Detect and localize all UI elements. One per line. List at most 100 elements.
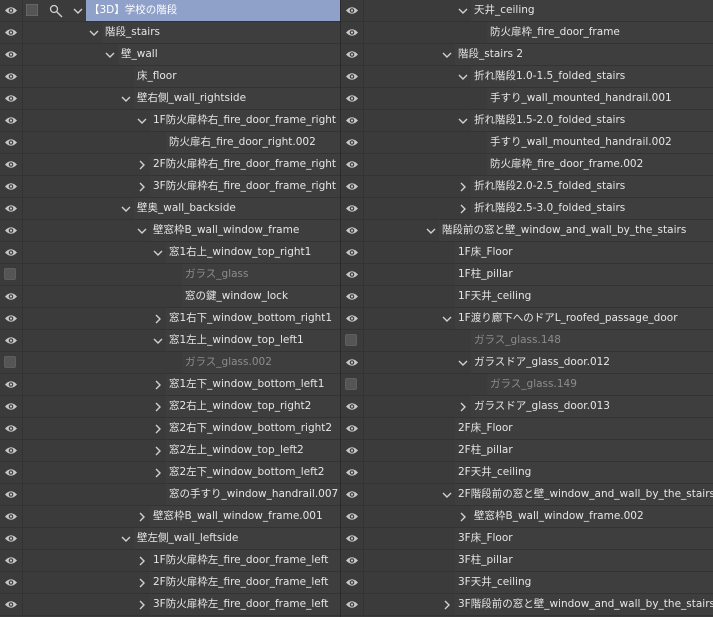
layer-name[interactable]: 3F柱_pillar	[455, 550, 713, 571]
layer-row[interactable]: 窓2右上_window_top_right2	[0, 396, 340, 418]
eye-icon[interactable]	[4, 555, 18, 566]
layer-name[interactable]: 階段_stairs 2	[455, 44, 713, 65]
layer-name[interactable]: ガラスドア_glass_door.012	[471, 352, 713, 373]
layer-name[interactable]: ガラス_glass.002	[182, 352, 340, 373]
layer-name[interactable]: 窓1左下_window_bottom_left1	[166, 374, 340, 395]
layer-row[interactable]: 1F床_Floor	[341, 242, 713, 264]
layer-name[interactable]: 階段前の窓と壁_window_and_wall_by_the_stairs	[439, 220, 713, 241]
layer-name[interactable]: 窓1右上_window_top_right1	[166, 242, 340, 263]
chevron-right-icon[interactable]	[136, 599, 148, 611]
layer-row[interactable]: 窓2左上_window_top_left2	[0, 440, 340, 462]
chevron-right-icon[interactable]	[136, 555, 148, 567]
eye-icon[interactable]	[4, 467, 18, 478]
layer-row[interactable]: 壁窓枠B_wall_window_frame	[0, 220, 340, 242]
chevron-right-icon[interactable]	[457, 511, 469, 523]
layer-row[interactable]: 手すり_wall_mounted_handrail.001	[341, 88, 713, 110]
chevron-right-icon[interactable]	[152, 401, 164, 413]
eye-icon[interactable]	[4, 115, 18, 126]
chevron-down-icon[interactable]	[441, 49, 453, 61]
eye-icon[interactable]	[4, 93, 18, 104]
eye-icon[interactable]	[345, 49, 359, 60]
layer-row[interactable]: 1F天井_ceiling	[341, 286, 713, 308]
layer-row[interactable]: 窓1左上_window_top_left1	[0, 330, 340, 352]
layer-name[interactable]: ガラス_glass.149	[487, 374, 713, 395]
layer-name[interactable]: 1F防火扉枠右_fire_door_frame_right	[150, 110, 340, 131]
layer-name[interactable]: 3F防火扉枠左_fire_door_frame_left	[150, 594, 340, 615]
eye-icon[interactable]	[345, 467, 359, 478]
layer-row[interactable]: 壁_wall	[0, 44, 340, 66]
layer-row[interactable]: 3F階段前の窓と壁_window_and_wall_by_the_stairs	[341, 594, 713, 616]
chevron-down-icon[interactable]	[136, 225, 148, 237]
eye-icon[interactable]	[4, 511, 18, 522]
eye-icon[interactable]	[4, 181, 18, 192]
layer-row[interactable]: 折れ階段2.0-2.5_folded_stairs	[341, 176, 713, 198]
lock-checkbox[interactable]	[26, 4, 38, 16]
layer-row[interactable]: 窓1左下_window_bottom_left1	[0, 374, 340, 396]
visibility-toggle-off[interactable]	[345, 334, 357, 346]
chevron-down-icon[interactable]	[120, 93, 132, 105]
eye-icon[interactable]	[4, 379, 18, 390]
eye-icon[interactable]	[345, 159, 359, 170]
chevron-down-icon[interactable]	[457, 71, 469, 83]
layer-row[interactable]: 3F天井_ceiling	[341, 572, 713, 594]
layer-name[interactable]: 窓2左下_window_bottom_left2	[166, 462, 340, 483]
eye-icon[interactable]	[345, 115, 359, 126]
layer-row[interactable]: 2F防火扉枠右_fire_door_frame_right	[0, 154, 340, 176]
visibility-toggle-off[interactable]	[345, 378, 357, 390]
layer-row[interactable]: 壁右側_wall_rightside	[0, 88, 340, 110]
chevron-right-icon[interactable]	[136, 181, 148, 193]
layer-name[interactable]: 1F柱_pillar	[455, 264, 713, 285]
layer-name[interactable]: 窓2右下_window_bottom_right2	[166, 418, 340, 439]
layer-name[interactable]: 2F床_Floor	[455, 418, 713, 439]
layer-name[interactable]: 壁右側_wall_rightside	[134, 88, 340, 109]
layer-name[interactable]: 3F防火扉枠右_fire_door_frame_right	[150, 176, 340, 197]
layer-name[interactable]: 壁左側_wall_leftside	[134, 528, 340, 549]
eye-icon[interactable]	[4, 335, 18, 346]
layer-name[interactable]: 窓1右下_window_bottom_right1	[166, 308, 340, 329]
layer-row[interactable]: 1F防火扉枠右_fire_door_frame_right	[0, 110, 340, 132]
eye-icon[interactable]	[345, 71, 359, 82]
eye-icon[interactable]	[345, 291, 359, 302]
eye-icon[interactable]	[4, 225, 18, 236]
layer-row[interactable]: 床_floor	[0, 66, 340, 88]
layer-row[interactable]: 階段前の窓と壁_window_and_wall_by_the_stairs	[341, 220, 713, 242]
eye-icon[interactable]	[345, 27, 359, 38]
chevron-down-icon[interactable]	[136, 115, 148, 127]
eye-icon[interactable]	[345, 93, 359, 104]
eye-icon[interactable]	[345, 313, 359, 324]
eye-icon[interactable]	[345, 511, 359, 522]
layer-row[interactable]: ガラスドア_glass_door.012	[341, 352, 713, 374]
layer-name[interactable]: 窓2左上_window_top_left2	[166, 440, 340, 461]
layer-row[interactable]: ガラス_glass	[0, 264, 340, 286]
eye-icon[interactable]	[4, 291, 18, 302]
layer-name[interactable]: 壁窓枠B_wall_window_frame.001	[150, 506, 340, 527]
layer-row[interactable]: ガラスドア_glass_door.013	[341, 396, 713, 418]
layer-name[interactable]: 2F防火扉枠左_fire_door_frame_left	[150, 572, 340, 593]
eye-icon[interactable]	[4, 247, 18, 258]
layer-row[interactable]: 防火扉右_fire_door_right.002	[0, 132, 340, 154]
chevron-down-icon[interactable]	[104, 49, 116, 61]
eye-icon[interactable]	[345, 5, 359, 16]
chevron-right-icon[interactable]	[152, 467, 164, 479]
eye-icon[interactable]	[4, 401, 18, 412]
eye-icon[interactable]	[345, 489, 359, 500]
chevron-down-icon[interactable]	[441, 489, 453, 501]
eye-icon[interactable]	[345, 357, 359, 368]
eye-icon[interactable]	[4, 71, 18, 82]
layer-name[interactable]: 3F階段前の窓と壁_window_and_wall_by_the_stairs	[455, 594, 713, 615]
layer-name[interactable]: 壁窓枠B_wall_window_frame	[150, 220, 340, 241]
eye-icon[interactable]	[4, 423, 18, 434]
eye-icon[interactable]	[345, 577, 359, 588]
layer-name[interactable]: 窓の鍵_window_lock	[182, 286, 340, 307]
layer-name[interactable]: 窓の手すり_window_handrail.007	[166, 484, 340, 505]
link-icon[interactable]	[48, 3, 64, 19]
layer-row[interactable]: 壁左側_wall_leftside	[0, 528, 340, 550]
layer-name[interactable]: ガラス_glass	[182, 264, 340, 285]
layer-row[interactable]: 3F防火扉枠左_fire_door_frame_left	[0, 594, 340, 616]
layer-row[interactable]: 防火扉枠_fire_door_frame	[341, 22, 713, 44]
layer-row[interactable]: 窓の鍵_window_lock	[0, 286, 340, 308]
layer-row[interactable]: 2F防火扉枠左_fire_door_frame_left	[0, 572, 340, 594]
layer-row[interactable]: 1F防火扉枠左_fire_door_frame_left	[0, 550, 340, 572]
layer-name[interactable]: 防火扉枠_fire_door_frame.002	[487, 154, 713, 175]
chevron-down-icon[interactable]	[120, 533, 132, 545]
